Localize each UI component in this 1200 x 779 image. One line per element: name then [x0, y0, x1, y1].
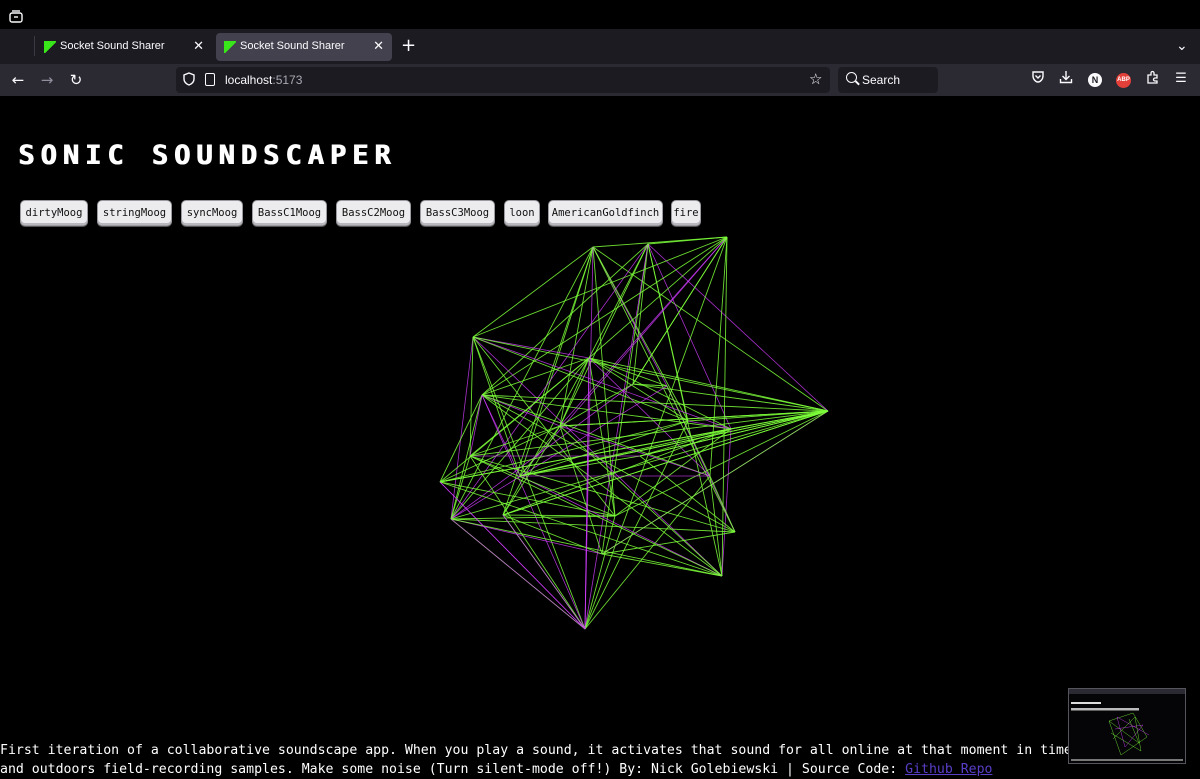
network-line-65	[469, 394, 483, 457]
reload-icon[interactable]: ↻	[66, 70, 86, 90]
tab-title: Socket Sound Sharer	[60, 40, 165, 52]
footer-line-2-text: and outdoors field-recording samples. Ma…	[0, 762, 898, 777]
network-line-19	[584, 243, 649, 630]
network-line-132	[632, 236, 728, 385]
back-arrow-icon[interactable]: ←	[8, 70, 28, 90]
network-line-110	[584, 515, 616, 630]
window-top-strip	[0, 0, 1200, 29]
network-line-107	[469, 455, 723, 577]
network-line-39	[588, 357, 732, 430]
network-line-57	[439, 394, 483, 483]
network-line-82	[439, 481, 723, 577]
network-line-22	[481, 236, 728, 396]
chevron-down-icon[interactable]: ⌄	[1176, 38, 1188, 54]
tab-list-icon[interactable]	[8, 9, 24, 25]
network-line-55	[666, 385, 711, 477]
network-line-14	[647, 243, 732, 430]
url-port: :5173	[272, 73, 303, 87]
network-line-60	[481, 394, 723, 577]
network-line-138	[584, 246, 594, 630]
network-line-134	[439, 481, 586, 630]
network-line-13	[647, 243, 829, 412]
star-icon[interactable]: ☆	[809, 70, 822, 88]
footer-description: First iteration of a collaborative sound…	[0, 741, 1070, 779]
plus-icon[interactable]: +	[401, 37, 416, 55]
tab-socket-sound-sharer-2[interactable]: Socket Sound Sharer ✕	[216, 33, 392, 61]
network-line-28	[472, 336, 590, 359]
network-line-130	[647, 236, 728, 245]
account-icon[interactable]: N	[1088, 73, 1102, 87]
network-line-109	[469, 455, 586, 630]
network-line-11	[632, 243, 649, 385]
tab-socket-sound-sharer-1[interactable]: Socket Sound Sharer ✕	[36, 33, 212, 61]
url-host: localhost	[225, 73, 273, 87]
network-line-4	[450, 246, 594, 520]
network-line-45	[559, 357, 590, 427]
github-repo-link[interactable]: Github Repo	[905, 762, 992, 777]
network-line-99	[601, 553, 723, 577]
close-icon[interactable]: ✕	[373, 39, 384, 53]
tab-separator	[34, 36, 35, 56]
network-line-0	[472, 246, 594, 338]
network-line-111	[519, 455, 641, 477]
forward-arrow-icon[interactable]: →	[37, 70, 57, 90]
close-icon[interactable]: ✕	[193, 39, 204, 53]
shield-icon[interactable]	[183, 72, 195, 86]
network-line-17	[601, 243, 649, 555]
search-placeholder[interactable]: Search	[862, 73, 900, 87]
page-thumbnail-preview	[1068, 688, 1186, 764]
network-line-73	[614, 410, 829, 517]
favicon-icon	[44, 41, 56, 53]
thumbnail-image	[1069, 689, 1185, 761]
network-line-12	[481, 243, 649, 396]
soundscape-visualization	[439, 236, 829, 630]
url-text[interactable]: localhost:5173	[225, 73, 302, 87]
network-line-50	[632, 383, 829, 412]
adblock-icon[interactable]: ABP	[1116, 73, 1131, 88]
favicon-icon	[224, 41, 236, 53]
download-icon[interactable]	[1057, 70, 1075, 88]
page-icon[interactable]	[205, 73, 215, 86]
extensions-icon[interactable]	[1144, 70, 1162, 88]
pocket-icon[interactable]	[1029, 70, 1047, 88]
network-line-116	[469, 425, 561, 457]
footer-line-2: and outdoors field-recording samples. Ma…	[0, 760, 1070, 779]
search-icon	[846, 72, 857, 83]
network-line-36	[472, 336, 616, 517]
menu-icon[interactable]: ☰	[1172, 70, 1190, 88]
footer-line-1: First iteration of a collaborative sound…	[0, 743, 1070, 758]
tab-title: Socket Sound Sharer	[240, 40, 345, 52]
network-line-3	[592, 246, 689, 422]
